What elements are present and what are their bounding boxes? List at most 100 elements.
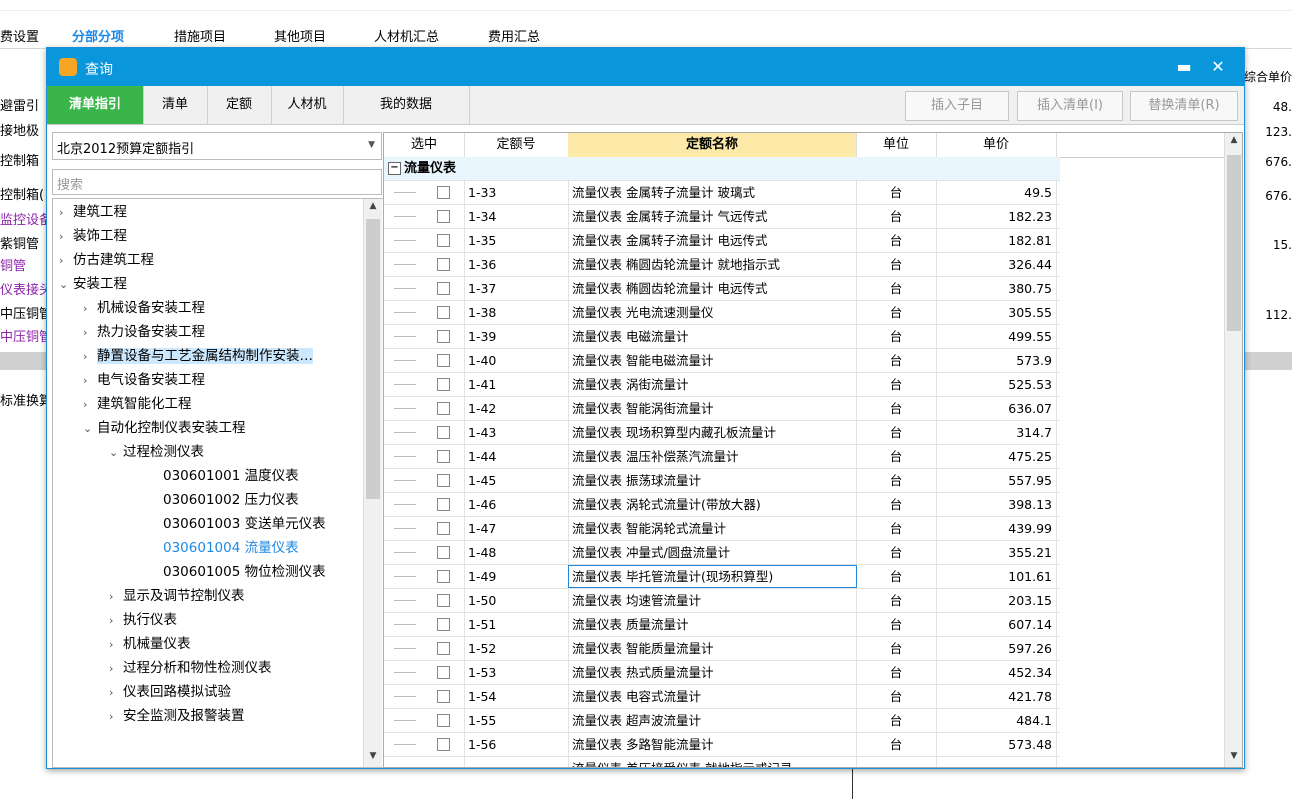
tree-node[interactable]: › 装饰工程 [59, 224, 369, 248]
name-cell[interactable]: 流量仪表 椭圆齿轮流量计 电远传式 [568, 277, 857, 300]
table-row[interactable]: 1-53 流量仪表 热式质量流量计台 452.34 [384, 661, 1060, 685]
chevron-right-icon[interactable]: › [83, 393, 97, 417]
chevron-down-icon[interactable]: ⌄ [109, 441, 123, 465]
chevron-down-icon[interactable]: ⌄ [59, 273, 73, 297]
table-row[interactable]: 流量仪表 差压接受仪表 就地指示或记录 [384, 757, 1060, 767]
scroll-up-icon[interactable]: ▲ [367, 201, 379, 211]
chevron-right-icon[interactable]: › [83, 369, 97, 393]
tree-scrollbar[interactable]: ▲ ▼ [363, 199, 382, 767]
chevron-right-icon[interactable]: › [109, 585, 123, 609]
name-cell[interactable]: 流量仪表 冲量式/圆盘流量计 [568, 541, 857, 564]
insert-subitem-button[interactable]: 插入子目 [905, 91, 1009, 121]
row-checkbox[interactable] [437, 738, 450, 751]
tree-node[interactable]: ⌄ 自动化控制仪表安装工程 [83, 416, 383, 440]
name-cell[interactable]: 流量仪表 金属转子流量计 玻璃式 [568, 181, 857, 204]
tree-node[interactable]: › 显示及调节控制仪表 [109, 584, 383, 609]
name-cell[interactable]: 流量仪表 智能质量流量计 [568, 637, 857, 660]
library-select[interactable]: 北京2012预算定额指引 ▼ [52, 132, 382, 160]
dialog-titlebar[interactable]: 查询 ▬ ✕ [47, 48, 1244, 86]
row-checkbox[interactable] [437, 306, 450, 319]
tree-node[interactable]: › 静置设备与工艺金属结构制作安装… [83, 344, 383, 369]
header-unit[interactable]: 单位 [856, 133, 937, 157]
table-row[interactable]: 1-37 流量仪表 椭圆齿轮流量计 电远传式台 380.75 [384, 277, 1060, 301]
row-checkbox[interactable] [437, 474, 450, 487]
row-checkbox[interactable] [437, 402, 450, 415]
chevron-right-icon[interactable]: › [59, 249, 73, 273]
tree-node[interactable]: ⌄ 安装工程 [59, 272, 369, 296]
row-checkbox[interactable] [437, 282, 450, 295]
table-row[interactable]: 1-33 流量仪表 金属转子流量计 玻璃式台 49.5 [384, 181, 1060, 205]
tree-node[interactable]: › 机械量仪表 [109, 632, 383, 657]
collapse-icon[interactable]: − [388, 162, 401, 175]
table-row[interactable]: 1-56 流量仪表 多路智能流量计台 573.48 [384, 733, 1060, 757]
name-cell[interactable]: 流量仪表 差压接受仪表 就地指示或记录 [568, 757, 857, 767]
app-tab[interactable]: 费用汇总 [488, 26, 540, 45]
row-checkbox[interactable] [437, 714, 450, 727]
tree-node[interactable]: › 执行仪表 [109, 608, 383, 633]
name-cell[interactable]: 流量仪表 金属转子流量计 电远传式 [568, 229, 857, 252]
name-cell[interactable]: 流量仪表 现场积算型内藏孔板流量计 [568, 421, 857, 444]
row-checkbox[interactable] [437, 330, 450, 343]
table-row[interactable]: 1-35 流量仪表 金属转子流量计 电远传式台 182.81 [384, 229, 1060, 253]
tab-bill-guide[interactable]: 清单指引 [47, 86, 144, 124]
tree-scroll-thumb[interactable] [366, 219, 380, 499]
tree-node[interactable]: › 仿古建筑工程 [59, 248, 369, 272]
row-checkbox[interactable] [437, 642, 450, 655]
app-tab[interactable]: 措施项目 [174, 26, 226, 45]
table-row[interactable]: 1-42 流量仪表 智能涡街流量计台 636.07 [384, 397, 1060, 421]
chevron-right-icon[interactable]: › [83, 297, 97, 321]
name-cell[interactable]: 流量仪表 电磁流量计 [568, 325, 857, 348]
header-price[interactable]: 单价 [936, 133, 1057, 157]
row-checkbox[interactable] [437, 546, 450, 559]
chevron-right-icon[interactable]: › [83, 321, 97, 345]
scroll-up-icon[interactable]: ▲ [1228, 135, 1240, 145]
name-cell[interactable]: 流量仪表 金属转子流量计 气远传式 [568, 205, 857, 228]
chevron-right-icon[interactable]: › [109, 705, 123, 729]
tree-node[interactable]: › 建筑智能化工程 [83, 392, 383, 417]
tree-node[interactable]: › 机械设备安装工程 [83, 296, 383, 321]
name-cell[interactable]: 流量仪表 温压补偿蒸汽流量计 [568, 445, 857, 468]
tree-node[interactable]: › 热力设备安装工程 [83, 320, 383, 345]
row-checkbox[interactable] [437, 618, 450, 631]
row-checkbox[interactable] [437, 186, 450, 199]
tab-my-data[interactable]: 我的数据 [343, 86, 470, 124]
row-checkbox[interactable] [437, 570, 450, 583]
name-cell[interactable]: 流量仪表 涡街流量计 [568, 373, 857, 396]
row-checkbox[interactable] [437, 690, 450, 703]
table-row[interactable]: 1-39 流量仪表 电磁流量计台 499.55 [384, 325, 1060, 349]
tree-node[interactable]: › 电气设备安装工程 [83, 368, 383, 393]
row-checkbox[interactable] [437, 258, 450, 271]
row-checkbox[interactable] [437, 522, 450, 535]
tree-node[interactable]: 030601001 温度仪表 [149, 464, 383, 488]
app-tab[interactable]: 人材机汇总 [374, 26, 439, 45]
chevron-right-icon[interactable]: › [109, 609, 123, 633]
chevron-right-icon[interactable]: › [59, 201, 73, 225]
row-checkbox[interactable] [437, 354, 450, 367]
chevron-right-icon[interactable]: › [83, 345, 97, 369]
row-checkbox[interactable] [437, 594, 450, 607]
header-name[interactable]: 定额名称 [568, 133, 857, 157]
name-cell[interactable]: 流量仪表 光电流速测量仪 [568, 301, 857, 324]
chevron-right-icon[interactable]: › [59, 225, 73, 249]
scroll-down-icon[interactable]: ▼ [1228, 751, 1240, 761]
tree-node[interactable]: 030601005 物位检测仪表 [149, 560, 383, 584]
name-cell[interactable]: 流量仪表 毕托管流量计(现场积算型) [568, 565, 857, 588]
name-cell[interactable]: 流量仪表 热式质量流量计 [568, 661, 857, 684]
table-row[interactable]: 1-40 流量仪表 智能电磁流量计台 573.9 [384, 349, 1060, 373]
grid-scrollbar[interactable]: ▲ ▼ [1224, 133, 1242, 767]
chevron-right-icon[interactable]: › [109, 633, 123, 657]
app-tab[interactable]: 分部分项 [72, 26, 125, 49]
tab-bill[interactable]: 清单 [143, 86, 208, 124]
name-cell[interactable]: 流量仪表 智能涡轮式流量计 [568, 517, 857, 540]
grid-scroll-thumb[interactable] [1227, 155, 1241, 331]
table-row[interactable]: 1-48 流量仪表 冲量式/圆盘流量计台 355.21 [384, 541, 1060, 565]
tree-node[interactable]: ⌄ 过程检测仪表 [109, 440, 383, 465]
chevron-right-icon[interactable]: › [109, 681, 123, 705]
table-row[interactable]: 1-47 流量仪表 智能涡轮式流量计台 439.99 [384, 517, 1060, 541]
name-cell[interactable]: 流量仪表 超声波流量计 [568, 709, 857, 732]
table-row[interactable]: 1-36 流量仪表 椭圆齿轮流量计 就地指示式台 326.44 [384, 253, 1060, 277]
name-cell[interactable]: 流量仪表 多路智能流量计 [568, 733, 857, 756]
group-row[interactable]: − 流量仪表 [384, 157, 1060, 181]
insert-bill-button[interactable]: 插入清单(I) [1017, 91, 1123, 121]
app-tab[interactable]: 费设置 [0, 26, 39, 45]
